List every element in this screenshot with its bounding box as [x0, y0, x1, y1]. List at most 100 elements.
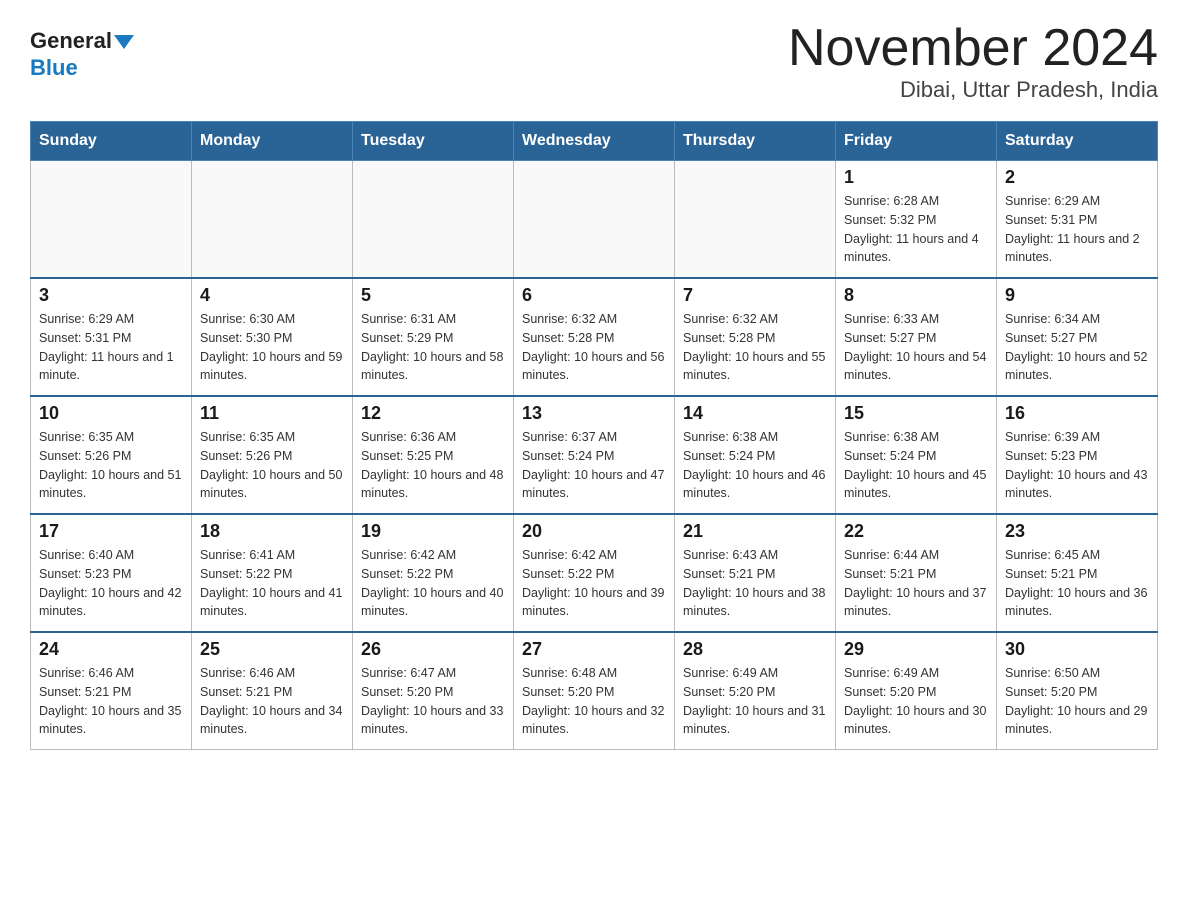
day-info: Sunrise: 6:29 AM Sunset: 5:31 PM Dayligh… [39, 310, 183, 385]
day-info: Sunrise: 6:31 AM Sunset: 5:29 PM Dayligh… [361, 310, 505, 385]
calendar-cell: 11 Sunrise: 6:35 AM Sunset: 5:26 PM Dayli… [192, 396, 353, 514]
day-info: Sunrise: 6:29 AM Sunset: 5:31 PM Dayligh… [1005, 192, 1149, 267]
calendar-cell: 26 Sunrise: 6:47 AM Sunset: 5:20 PM Dayli… [353, 632, 514, 750]
calendar-week-5: 24 Sunrise: 6:46 AM Sunset: 5:21 PM Dayli… [31, 632, 1158, 750]
day-number: 3 [39, 285, 183, 306]
calendar-cell: 24 Sunrise: 6:46 AM Sunset: 5:21 PM Dayli… [31, 632, 192, 750]
calendar-cell: 13 Sunrise: 6:37 AM Sunset: 5:24 PM Dayli… [514, 396, 675, 514]
calendar-cell: 9 Sunrise: 6:34 AM Sunset: 5:27 PM Daylig… [997, 278, 1158, 396]
day-info: Sunrise: 6:46 AM Sunset: 5:21 PM Dayligh… [39, 664, 183, 739]
calendar-cell: 14 Sunrise: 6:38 AM Sunset: 5:24 PM Dayli… [675, 396, 836, 514]
calendar-cell [31, 161, 192, 279]
calendar-cell: 10 Sunrise: 6:35 AM Sunset: 5:26 PM Dayli… [31, 396, 192, 514]
day-number: 19 [361, 521, 505, 542]
day-info: Sunrise: 6:37 AM Sunset: 5:24 PM Dayligh… [522, 428, 666, 503]
day-info: Sunrise: 6:35 AM Sunset: 5:26 PM Dayligh… [39, 428, 183, 503]
calendar-cell: 5 Sunrise: 6:31 AM Sunset: 5:29 PM Daylig… [353, 278, 514, 396]
calendar-cell: 4 Sunrise: 6:30 AM Sunset: 5:30 PM Daylig… [192, 278, 353, 396]
day-number: 24 [39, 639, 183, 660]
logo-general-line: General [30, 30, 134, 53]
day-number: 30 [1005, 639, 1149, 660]
day-number: 26 [361, 639, 505, 660]
day-number: 28 [683, 639, 827, 660]
calendar-cell [192, 161, 353, 279]
calendar-cell: 7 Sunrise: 6:32 AM Sunset: 5:28 PM Daylig… [675, 278, 836, 396]
calendar-cell: 27Sunrise: 6:48 AM Sunset: 5:20 PM Dayli… [514, 632, 675, 750]
day-number: 10 [39, 403, 183, 424]
day-number: 18 [200, 521, 344, 542]
day-info: Sunrise: 6:39 AM Sunset: 5:23 PM Dayligh… [1005, 428, 1149, 503]
day-header-saturday: Saturday [997, 122, 1158, 161]
day-header-tuesday: Tuesday [353, 122, 514, 161]
day-number: 13 [522, 403, 666, 424]
day-info: Sunrise: 6:38 AM Sunset: 5:24 PM Dayligh… [683, 428, 827, 503]
calendar-week-3: 10 Sunrise: 6:35 AM Sunset: 5:26 PM Dayli… [31, 396, 1158, 514]
day-info: Sunrise: 6:42 AM Sunset: 5:22 PM Dayligh… [361, 546, 505, 621]
day-info: Sunrise: 6:40 AM Sunset: 5:23 PM Dayligh… [39, 546, 183, 621]
day-info: Sunrise: 6:35 AM Sunset: 5:26 PM Dayligh… [200, 428, 344, 503]
calendar-body: 1Sunrise: 6:28 AM Sunset: 5:32 PM Daylig… [31, 161, 1158, 750]
calendar-cell [675, 161, 836, 279]
calendar-header: SundayMondayTuesdayWednesdayThursdayFrid… [31, 122, 1158, 161]
day-number: 23 [1005, 521, 1149, 542]
calendar-cell: 28 Sunrise: 6:49 AM Sunset: 5:20 PM Dayli… [675, 632, 836, 750]
day-number: 2 [1005, 167, 1149, 188]
calendar-cell: 6Sunrise: 6:32 AM Sunset: 5:28 PM Daylig… [514, 278, 675, 396]
day-info: Sunrise: 6:50 AM Sunset: 5:20 PM Dayligh… [1005, 664, 1149, 739]
calendar-week-1: 1Sunrise: 6:28 AM Sunset: 5:32 PM Daylig… [31, 161, 1158, 279]
day-header-sunday: Sunday [31, 122, 192, 161]
day-info: Sunrise: 6:47 AM Sunset: 5:20 PM Dayligh… [361, 664, 505, 739]
logo-triangle-icon [114, 35, 134, 49]
calendar-cell: 8 Sunrise: 6:33 AM Sunset: 5:27 PM Daylig… [836, 278, 997, 396]
day-header-friday: Friday [836, 122, 997, 161]
day-number: 21 [683, 521, 827, 542]
day-number: 8 [844, 285, 988, 306]
day-info: Sunrise: 6:33 AM Sunset: 5:27 PM Dayligh… [844, 310, 988, 385]
calendar-cell [353, 161, 514, 279]
calendar-cell: 1Sunrise: 6:28 AM Sunset: 5:32 PM Daylig… [836, 161, 997, 279]
calendar-title: November 2024 [788, 20, 1158, 77]
calendar-cell: 20Sunrise: 6:42 AM Sunset: 5:22 PM Dayli… [514, 514, 675, 632]
calendar-cell: 12Sunrise: 6:36 AM Sunset: 5:25 PM Dayli… [353, 396, 514, 514]
day-header-thursday: Thursday [675, 122, 836, 161]
day-number: 20 [522, 521, 666, 542]
calendar-week-4: 17Sunrise: 6:40 AM Sunset: 5:23 PM Dayli… [31, 514, 1158, 632]
day-header-monday: Monday [192, 122, 353, 161]
day-number: 14 [683, 403, 827, 424]
logo-blue-text: Blue [30, 55, 78, 81]
day-info: Sunrise: 6:38 AM Sunset: 5:24 PM Dayligh… [844, 428, 988, 503]
day-number: 5 [361, 285, 505, 306]
day-info: Sunrise: 6:32 AM Sunset: 5:28 PM Dayligh… [683, 310, 827, 385]
day-number: 25 [200, 639, 344, 660]
calendar-cell: 22 Sunrise: 6:44 AM Sunset: 5:21 PM Dayli… [836, 514, 997, 632]
calendar-cell: 19 Sunrise: 6:42 AM Sunset: 5:22 PM Dayli… [353, 514, 514, 632]
day-info: Sunrise: 6:41 AM Sunset: 5:22 PM Dayligh… [200, 546, 344, 621]
calendar-table: SundayMondayTuesdayWednesdayThursdayFrid… [30, 121, 1158, 750]
day-info: Sunrise: 6:30 AM Sunset: 5:30 PM Dayligh… [200, 310, 344, 385]
day-info: Sunrise: 6:28 AM Sunset: 5:32 PM Dayligh… [844, 192, 988, 267]
day-number: 7 [683, 285, 827, 306]
title-block: November 2024 Dibai, Uttar Pradesh, Indi… [788, 20, 1158, 103]
day-info: Sunrise: 6:49 AM Sunset: 5:20 PM Dayligh… [844, 664, 988, 739]
calendar-cell: 15 Sunrise: 6:38 AM Sunset: 5:24 PM Dayli… [836, 396, 997, 514]
day-info: Sunrise: 6:49 AM Sunset: 5:20 PM Dayligh… [683, 664, 827, 739]
day-info: Sunrise: 6:44 AM Sunset: 5:21 PM Dayligh… [844, 546, 988, 621]
calendar-cell: 23 Sunrise: 6:45 AM Sunset: 5:21 PM Dayli… [997, 514, 1158, 632]
day-info: Sunrise: 6:34 AM Sunset: 5:27 PM Dayligh… [1005, 310, 1149, 385]
logo-general-text: General [30, 28, 112, 53]
day-info: Sunrise: 6:46 AM Sunset: 5:21 PM Dayligh… [200, 664, 344, 739]
calendar-cell: 29 Sunrise: 6:49 AM Sunset: 5:20 PM Dayli… [836, 632, 997, 750]
day-number: 29 [844, 639, 988, 660]
day-number: 12 [361, 403, 505, 424]
calendar-cell: 17Sunrise: 6:40 AM Sunset: 5:23 PM Dayli… [31, 514, 192, 632]
day-info: Sunrise: 6:45 AM Sunset: 5:21 PM Dayligh… [1005, 546, 1149, 621]
day-number: 4 [200, 285, 344, 306]
day-number: 11 [200, 403, 344, 424]
day-number: 16 [1005, 403, 1149, 424]
calendar-cell: 2 Sunrise: 6:29 AM Sunset: 5:31 PM Daylig… [997, 161, 1158, 279]
day-info: Sunrise: 6:48 AM Sunset: 5:20 PM Dayligh… [522, 664, 666, 739]
calendar-subtitle: Dibai, Uttar Pradesh, India [788, 77, 1158, 103]
day-number: 15 [844, 403, 988, 424]
day-number: 22 [844, 521, 988, 542]
day-number: 9 [1005, 285, 1149, 306]
